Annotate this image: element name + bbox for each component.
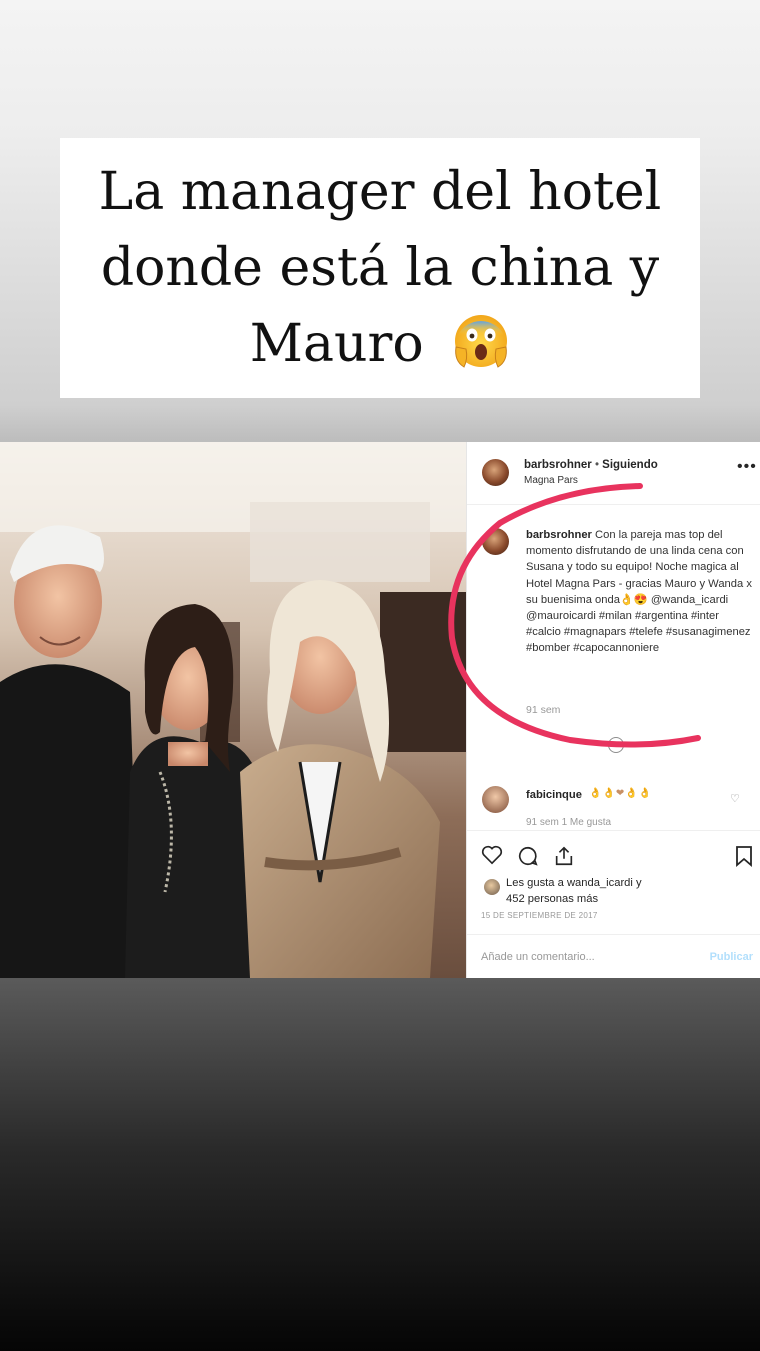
post-caption: barbsrohner Con la pareja mas top del mo…	[526, 527, 756, 657]
story-caption-box: La manager del hotel donde está la china…	[60, 138, 700, 398]
separator-dot: •	[591, 459, 603, 471]
caption-text: Con la pareja mas top del momento disfru…	[526, 529, 752, 655]
post-sidebar: barbsrohner • Siguiendo Magna Pars ••• b…	[466, 442, 760, 978]
comment-bar: Añade un comentario... Publicar	[467, 934, 760, 978]
story-caption-line-3: Mauro	[250, 306, 510, 382]
caption-username[interactable]: barbsrohner	[526, 529, 592, 541]
follow-status[interactable]: Siguiendo	[602, 459, 658, 471]
likes-line-2: 452 personas más	[506, 893, 599, 905]
story-caption-line-3-text: Mauro	[249, 314, 424, 374]
more-options-icon[interactable]: •••	[737, 458, 757, 476]
author-username[interactable]: barbsrohner	[524, 459, 592, 471]
load-more-comments-icon[interactable]	[608, 737, 624, 753]
comment-meta: 91 sem 1 Me gusta	[526, 817, 612, 828]
screaming-face-emoji-icon	[452, 311, 510, 369]
comment-input[interactable]: Añade un comentario...	[481, 951, 595, 963]
caption-avatar[interactable]	[482, 528, 509, 555]
instagram-post-screenshot: barbsrohner • Siguiendo Magna Pars ••• b…	[0, 442, 760, 978]
likes-line-1: Les gusta a wanda_icardi y	[506, 877, 642, 889]
like-heart-icon[interactable]	[481, 845, 503, 870]
post-date: 15 DE SEPTIEMBRE DE 2017	[481, 911, 598, 920]
commenter-avatar[interactable]	[482, 786, 509, 813]
post-photo	[0, 442, 466, 978]
author-username-line: barbsrohner • Siguiendo	[524, 459, 658, 471]
post-location[interactable]: Magna Pars	[524, 475, 578, 486]
story-caption-line-1: La manager del hotel	[98, 162, 662, 222]
liker-avatar[interactable]	[484, 879, 500, 895]
publish-button[interactable]: Publicar	[710, 951, 753, 963]
author-avatar[interactable]	[482, 459, 509, 486]
post-actions-panel: Les gusta a wanda_icardi y 452 personas …	[467, 830, 760, 978]
comment-like-heart-icon[interactable]: ♡	[730, 792, 740, 805]
comment-bubble-icon[interactable]	[517, 845, 539, 872]
likes-summary[interactable]: Les gusta a wanda_icardi y 452 personas …	[506, 875, 642, 907]
caption-timestamp: 91 sem	[526, 704, 561, 716]
save-bookmark-icon[interactable]	[735, 845, 753, 872]
share-icon[interactable]	[553, 845, 575, 872]
commenter-username[interactable]: fabicinque	[526, 789, 582, 801]
post-header: barbsrohner • Siguiendo Magna Pars •••	[467, 442, 760, 505]
story-caption-line-2: donde está la china y	[100, 238, 660, 298]
comment-text: 👌👌❤👌👌	[589, 788, 653, 799]
